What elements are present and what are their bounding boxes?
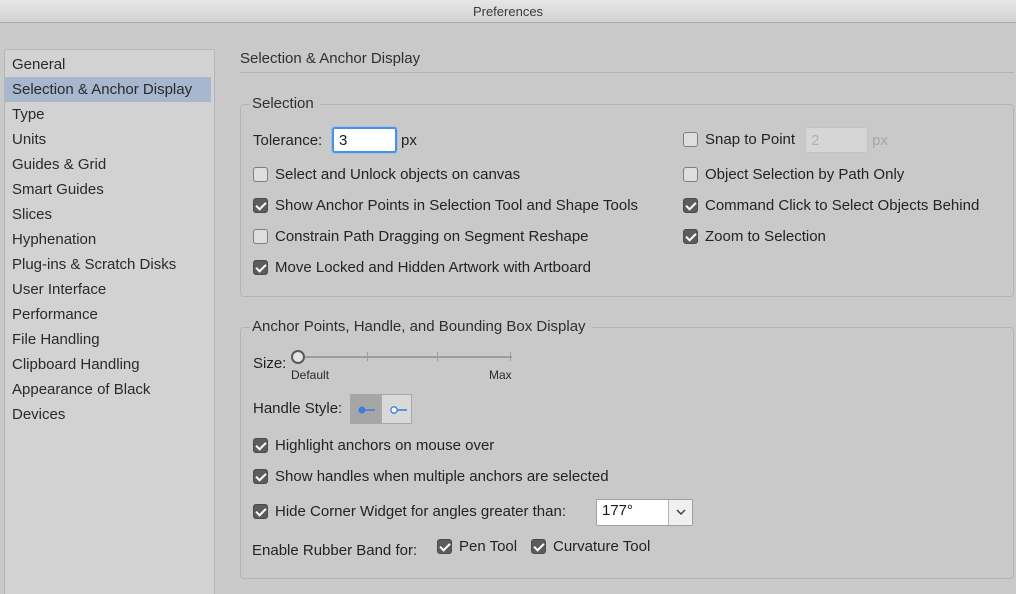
sidebar-item-file-handling[interactable]: File Handling <box>5 327 214 352</box>
object-selection-path-label: Object Selection by Path Only <box>705 166 905 183</box>
zoom-to-selection-option[interactable]: Zoom to Selection <box>683 228 1003 246</box>
size-slider-track[interactable] <box>298 356 512 358</box>
sidebar-item-plugins-scratch-disks[interactable]: Plug-ins & Scratch Disks <box>5 252 214 277</box>
tolerance-label: Tolerance: <box>253 132 323 149</box>
move-locked-checkbox[interactable] <box>253 260 268 275</box>
handle-style-hollow-button[interactable] <box>381 394 412 424</box>
curvature-tool-label: Curvature Tool <box>553 538 651 555</box>
size-max-label: Max <box>489 368 512 382</box>
window-title: Preferences <box>472 4 544 19</box>
size-slider-tick <box>437 352 438 361</box>
zoom-to-selection-checkbox[interactable] <box>683 229 698 244</box>
move-locked-option[interactable]: Move Locked and Hidden Artwork with Artb… <box>253 259 673 277</box>
select-unlock-option[interactable]: Select and Unlock objects on canvas <box>253 166 673 184</box>
pen-tool-checkbox[interactable] <box>437 539 452 554</box>
move-locked-label: Move Locked and Hidden Artwork with Artb… <box>275 259 592 276</box>
selection-group-legend: Selection <box>250 95 320 112</box>
sidebar-item-units[interactable]: Units <box>5 127 214 152</box>
preferences-sidebar: General Selection & Anchor Display Type … <box>4 49 215 594</box>
snap-to-point-checkbox[interactable] <box>683 132 698 147</box>
rubber-band-label: Enable Rubber Band for: <box>252 542 418 559</box>
pen-tool-label: Pen Tool <box>459 538 518 555</box>
sidebar-item-slices[interactable]: Slices <box>5 202 214 227</box>
size-slider-knob[interactable] <box>291 350 305 364</box>
snap-to-point-label: Snap to Point <box>705 131 796 148</box>
sidebar-item-appearance-of-black[interactable]: Appearance of Black <box>5 377 214 402</box>
size-slider-tick <box>510 352 511 361</box>
sidebar-item-hyphenation[interactable]: Hyphenation <box>5 227 214 252</box>
sidebar-item-guides-grid[interactable]: Guides & Grid <box>5 152 214 177</box>
object-selection-path-checkbox[interactable] <box>683 167 698 182</box>
corner-angle-select[interactable]: 177° <box>596 499 693 526</box>
snap-to-point-unit: px <box>872 132 888 149</box>
solid-handle-icon <box>358 406 375 414</box>
curvature-tool-option[interactable]: Curvature Tool <box>531 538 671 556</box>
snap-to-point-input[interactable] <box>805 127 868 153</box>
command-click-option[interactable]: Command Click to Select Objects Behind <box>683 197 1003 215</box>
show-handles-label: Show handles when multiple anchors are s… <box>275 468 609 485</box>
highlight-anchors-option[interactable]: Highlight anchors on mouse over <box>253 437 673 455</box>
tolerance-unit: px <box>401 132 417 149</box>
tolerance-input[interactable] <box>332 127 397 153</box>
sidebar-item-smart-guides[interactable]: Smart Guides <box>5 177 214 202</box>
hollow-handle-icon <box>390 406 407 414</box>
title-divider <box>240 72 1014 73</box>
sidebar-item-type[interactable]: Type <box>5 102 214 127</box>
size-min-label: Default <box>291 368 330 382</box>
sidebar-item-selection-anchor-display[interactable]: Selection & Anchor Display <box>5 77 211 102</box>
show-anchor-points-option[interactable]: Show Anchor Points in Selection Tool and… <box>253 197 673 215</box>
command-click-checkbox[interactable] <box>683 198 698 213</box>
show-handles-option[interactable]: Show handles when multiple anchors are s… <box>253 468 673 486</box>
handle-style-label: Handle Style: <box>253 400 343 417</box>
constrain-path-option[interactable]: Constrain Path Dragging on Segment Resha… <box>253 228 673 246</box>
sidebar-item-performance[interactable]: Performance <box>5 302 214 327</box>
object-selection-path-option[interactable]: Object Selection by Path Only <box>683 166 1003 184</box>
sidebar-item-user-interface[interactable]: User Interface <box>5 277 214 302</box>
sidebar-item-general[interactable]: General <box>5 52 214 77</box>
pen-tool-option[interactable]: Pen Tool <box>437 538 527 556</box>
window-title-bar: Preferences <box>0 0 1016 23</box>
hide-corner-widget-label: Hide Corner Widget for angles greater th… <box>275 503 566 520</box>
sidebar-item-clipboard-handling[interactable]: Clipboard Handling <box>5 352 214 377</box>
command-click-label: Command Click to Select Objects Behind <box>705 197 980 214</box>
select-unlock-label: Select and Unlock objects on canvas <box>275 166 521 183</box>
chevron-down-icon[interactable] <box>668 500 692 525</box>
size-label: Size: <box>253 355 287 372</box>
handle-style-solid-button[interactable] <box>350 394 381 424</box>
zoom-to-selection-label: Zoom to Selection <box>705 228 826 245</box>
hide-corner-widget-checkbox[interactable] <box>253 504 268 519</box>
highlight-anchors-label: Highlight anchors on mouse over <box>275 437 495 454</box>
snap-to-point-option[interactable]: Snap to Point <box>683 131 803 149</box>
show-anchor-points-label: Show Anchor Points in Selection Tool and… <box>275 197 639 214</box>
constrain-path-checkbox[interactable] <box>253 229 268 244</box>
corner-angle-value: 177° <box>602 502 634 519</box>
hide-corner-widget-option[interactable]: Hide Corner Widget for angles greater th… <box>253 503 598 521</box>
sidebar-item-devices[interactable]: Devices <box>5 402 214 427</box>
curvature-tool-checkbox[interactable] <box>531 539 546 554</box>
size-slider-tick <box>367 352 368 361</box>
show-handles-checkbox[interactable] <box>253 469 268 484</box>
highlight-anchors-checkbox[interactable] <box>253 438 268 453</box>
anchor-display-group-legend: Anchor Points, Handle, and Bounding Box … <box>250 318 592 335</box>
select-unlock-checkbox[interactable] <box>253 167 268 182</box>
show-anchor-points-checkbox[interactable] <box>253 198 268 213</box>
panel-title: Selection & Anchor Display <box>240 50 421 67</box>
constrain-path-label: Constrain Path Dragging on Segment Resha… <box>275 228 589 245</box>
